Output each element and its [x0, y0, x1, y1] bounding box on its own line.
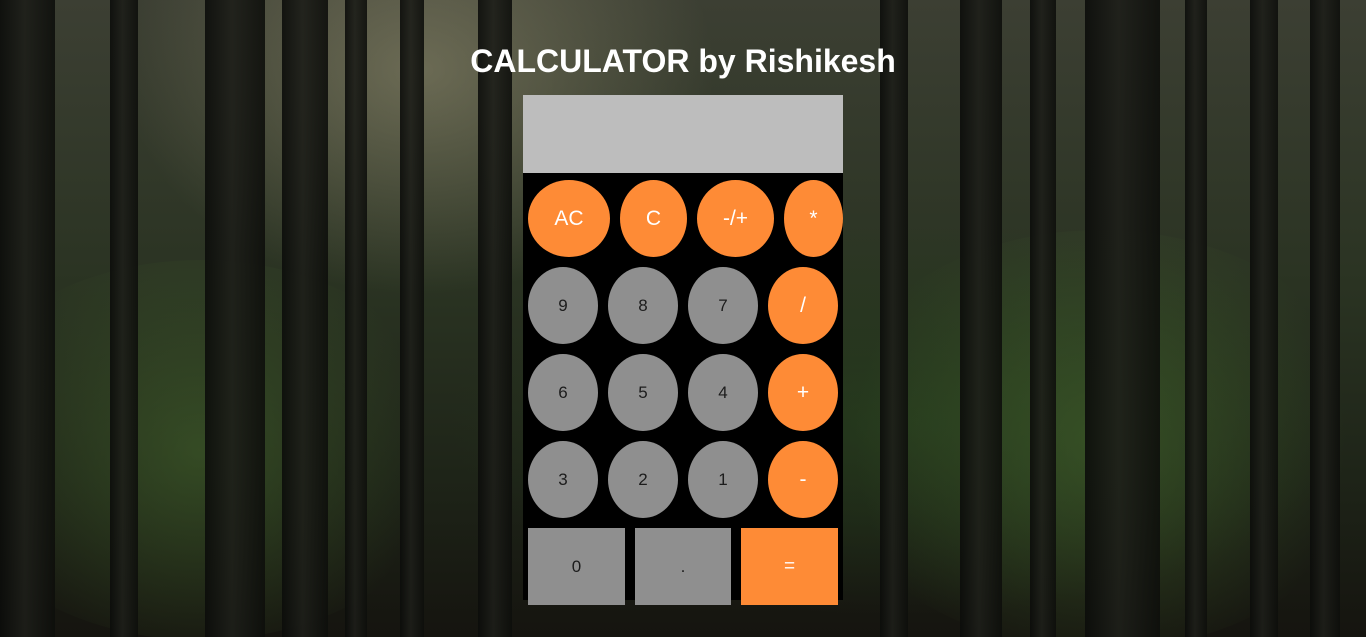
clear-button[interactable]: C [620, 180, 687, 257]
digit-8-button[interactable]: 8 [608, 267, 678, 344]
tree-trunk [1250, 0, 1278, 637]
digit-1-button[interactable]: 1 [688, 441, 758, 518]
tree-trunk [205, 0, 265, 637]
decimal-button[interactable]: . [635, 528, 731, 605]
tree-trunk [1185, 0, 1207, 637]
tree-trunk [0, 0, 55, 637]
add-button[interactable]: + [768, 354, 838, 431]
multiply-button[interactable]: * [784, 180, 843, 257]
digit-5-button[interactable]: 5 [608, 354, 678, 431]
calculator: AC C -/+ * 9 8 7 / 6 5 4 + 3 2 1 - 0 . = [523, 95, 843, 605]
tree-trunk [282, 0, 328, 637]
tree-trunk [1030, 0, 1056, 637]
tree-trunk [960, 0, 1002, 637]
digit-2-button[interactable]: 2 [608, 441, 678, 518]
tree-trunk [478, 0, 512, 637]
negate-button[interactable]: -/+ [697, 180, 774, 257]
divide-button[interactable]: / [768, 267, 838, 344]
digit-0-button[interactable]: 0 [528, 528, 625, 605]
tree-trunk [110, 0, 138, 637]
digit-9-button[interactable]: 9 [528, 267, 598, 344]
tree-trunk [1310, 0, 1340, 637]
digit-3-button[interactable]: 3 [528, 441, 598, 518]
all-clear-button[interactable]: AC [528, 180, 610, 257]
subtract-button[interactable]: - [768, 441, 838, 518]
page-title: CALCULATOR by Rishikesh [470, 43, 896, 79]
digit-4-button[interactable]: 4 [688, 354, 758, 431]
tree-trunk [1085, 0, 1160, 637]
tree-trunk [880, 0, 908, 637]
digit-7-button[interactable]: 7 [688, 267, 758, 344]
equals-button[interactable]: = [741, 528, 838, 605]
calculator-display [523, 95, 843, 173]
digit-6-button[interactable]: 6 [528, 354, 598, 431]
tree-trunk [400, 0, 424, 637]
tree-trunk [345, 0, 367, 637]
